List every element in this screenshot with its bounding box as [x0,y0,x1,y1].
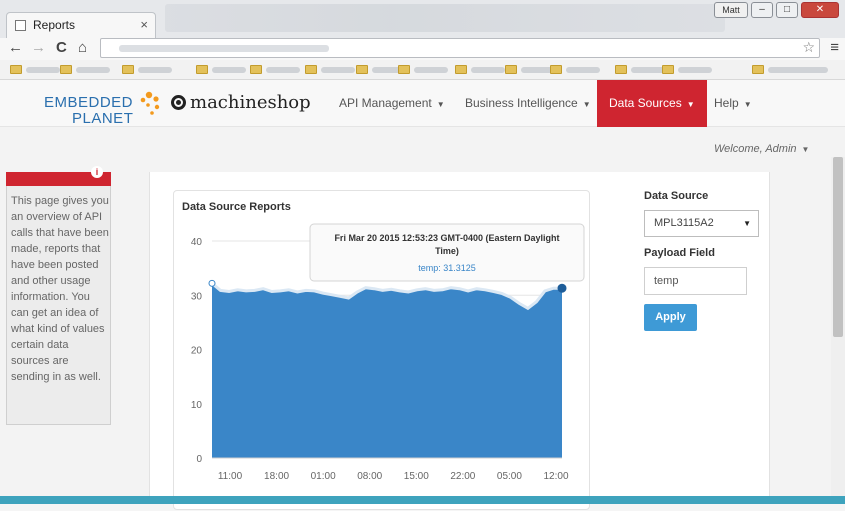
browser-tab[interactable]: Reports × [6,12,156,38]
machineshop-logo-icon [171,95,186,110]
orange-dots-logo-icon [140,91,160,115]
other-bookmarks[interactable] [752,64,828,76]
embedded-planet-logo[interactable]: EMBEDDED PLANET [44,91,160,127]
bookmark-folder[interactable] [662,64,712,76]
bookmark-folder[interactable] [615,64,665,76]
payload-field-label: Payload Field [644,247,715,259]
help-panel: i This page gives you an overview of API… [6,166,111,425]
bookmark-folder[interactable] [10,64,60,76]
bookmarks-bar [0,60,845,80]
bookmark-folder[interactable] [196,64,246,76]
bookmark-folder[interactable] [250,64,300,76]
tooltip-value: temp: 31.3125 [418,263,476,273]
folder-icon [505,65,517,74]
hover-point-marker [557,283,567,293]
profile-button[interactable]: Matt [714,2,748,18]
bookmark-folder[interactable] [60,64,110,76]
nav-help[interactable]: Help ▼ [714,80,752,127]
bookmark-folder[interactable] [505,64,555,76]
bookmark-folder[interactable] [398,64,448,76]
browser-menu-icon[interactable]: ≡ [830,39,839,56]
back-arrow-icon[interactable]: ← [8,39,23,56]
folder-icon [196,65,208,74]
x-tick-label: 08:00 [357,471,382,482]
help-text: This page gives you an overview of API c… [11,195,109,383]
folder-icon [455,65,467,74]
folder-icon [122,65,134,74]
caret-down-icon: ▼ [801,145,810,154]
blurred-background-windows [165,4,725,32]
folder-icon [662,65,674,74]
window-controls: Matt – □ ✕ [714,2,839,18]
apply-button[interactable]: Apply [644,304,697,331]
bookmark-folder[interactable] [550,64,600,76]
maximize-icon[interactable]: □ [776,2,798,18]
bookmark-folder[interactable] [305,64,355,76]
data-source-select[interactable]: MPL3115A2 ▼ [644,210,759,237]
bookmark-folder[interactable] [455,64,505,76]
tab-title: Reports [33,18,76,32]
help-panel-header: i [6,166,111,186]
chart-container: Data Source Reports 0 10 20 30 40 11:00 18:00 0… [173,190,590,510]
caret-down-icon: ▼ [582,100,591,109]
folder-icon [550,65,562,74]
x-tick-label: 11:00 [218,471,243,482]
folder-icon [305,65,317,74]
y-tick-label: 20 [191,346,203,357]
folder-icon [356,65,368,74]
page-footer [0,496,845,504]
folder-icon [60,65,72,74]
caret-down-icon: ▼ [743,219,751,228]
user-menu[interactable]: Welcome, Admin ▼ [714,143,809,155]
y-tick-label: 0 [196,454,202,465]
scrollbar-thumb[interactable] [833,157,843,337]
site-navbar: EMBEDDED PLANET machineshop API Manageme… [0,80,845,127]
folder-icon [10,65,22,74]
browser-toolbar: ← → C ⌂ ☆ ≡ [0,38,845,60]
x-tick-label: 15:00 [404,471,429,482]
x-tick-label: 22:00 [450,471,475,482]
caret-down-icon: ▼ [436,100,445,109]
y-tick-label: 10 [191,400,203,411]
series-area [212,283,562,458]
folder-icon [752,65,764,74]
bookmark-folder[interactable] [122,64,172,76]
page-body: Welcome, Admin ▼ i This page gives you an… [0,127,845,510]
tooltip-date-line2: Time) [435,246,459,256]
folder-icon [615,65,627,74]
x-tick-label: 18:00 [264,471,289,482]
blurred-url [119,45,329,52]
nav-business-intelligence[interactable]: Business Intelligence ▼ [465,80,591,127]
forward-arrow-icon[interactable]: → [31,39,46,56]
y-tick-label: 40 [191,237,203,248]
address-bar[interactable]: ☆ [100,38,820,58]
bookmark-star-icon[interactable]: ☆ [802,39,815,56]
tooltip-date-line1: Fri Mar 20 2015 12:53:23 GMT-0400 (Easte… [334,233,559,243]
page-scrollbar[interactable] [831,157,845,497]
first-point-marker [208,279,216,287]
x-tick-label: 05:00 [497,471,522,482]
minimize-icon[interactable]: – [751,2,773,18]
close-window-icon[interactable]: ✕ [801,2,839,18]
folder-icon [250,65,262,74]
content-panel: Data Source Reports 0 10 20 30 40 11:00 18:00 0… [149,172,770,510]
area-chart[interactable]: 0 10 20 30 40 11:00 18:00 01:00 08:00 15:00 22:00 0… [174,191,591,511]
x-tick-label: 01:00 [311,471,336,482]
browser-titlebar: Reports × Matt – □ ✕ [0,0,845,38]
caret-down-icon: ▼ [743,100,752,109]
nav-data-sources[interactable]: Data Sources ▼ [597,80,707,127]
data-source-label: Data Source [644,190,709,202]
folder-icon [398,65,410,74]
payload-field-input[interactable]: temp [644,267,747,295]
page-favicon-icon [15,20,26,31]
caret-down-icon: ▼ [686,100,695,109]
x-tick-label: 12:00 [543,471,568,482]
nav-api-management[interactable]: API Management ▼ [339,80,445,127]
home-icon[interactable]: ⌂ [78,39,87,56]
info-icon[interactable]: i [91,166,103,178]
y-tick-label: 30 [191,291,203,302]
machineshop-logo[interactable]: machineshop [171,92,311,113]
reload-icon[interactable]: C [56,39,67,56]
tab-close-icon[interactable]: × [140,17,148,32]
